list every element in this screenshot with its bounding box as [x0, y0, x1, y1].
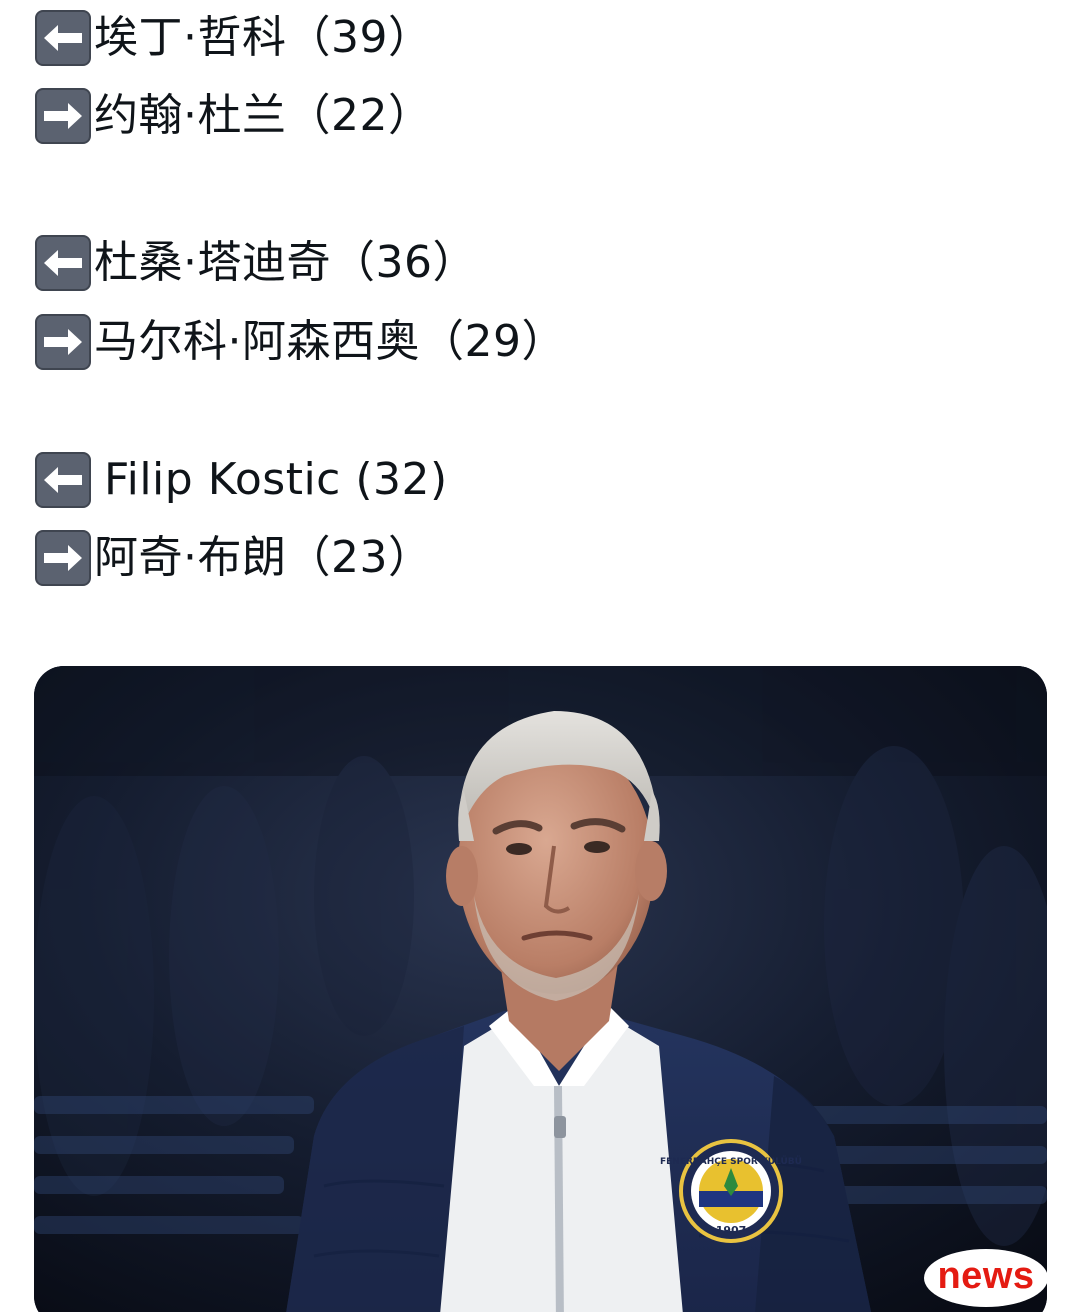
player-name-text: 杜桑·塔迪奇（36）: [94, 237, 477, 288]
transfer-line-in: 阿奇·布朗（23）: [34, 528, 432, 588]
transfer-line-in: 约翰·杜兰（22）: [34, 86, 432, 146]
transfer-line-in: 马尔科·阿森西奥（29）: [34, 312, 566, 372]
transfer-line-out: 杜桑·塔迪奇（36）: [34, 233, 477, 293]
transfer-line-out: 埃丁·哲科（39）: [34, 8, 432, 68]
player-name-text: 约翰·杜兰（22）: [94, 90, 433, 141]
coach-photo-illustration: FENERBAHÇE SPOR KULÜBÜ 1907: [34, 666, 1047, 1312]
right-arrow-icon: [34, 313, 92, 371]
crest-year: 1907: [716, 1224, 747, 1237]
left-arrow-icon: [34, 451, 92, 509]
watermark-text: news: [937, 1255, 1035, 1297]
news-watermark: news: [924, 1249, 1048, 1307]
player-name-text: 马尔科·阿森西奥（29）: [94, 316, 566, 367]
right-arrow-icon: [34, 529, 92, 587]
right-arrow-icon: [34, 87, 92, 145]
player-name-text: 埃丁·哲科（39）: [94, 12, 433, 63]
transfer-line-out: Filip Kostic (32): [34, 450, 448, 510]
left-arrow-icon: [34, 9, 92, 67]
player-name-text: 阿奇·布朗（23）: [94, 532, 433, 583]
tweet-photo[interactable]: FENERBAHÇE SPOR KULÜBÜ 1907: [34, 666, 1047, 1312]
left-arrow-icon: [34, 234, 92, 292]
crest-label: FENERBAHÇE SPOR KULÜBÜ: [660, 1156, 802, 1167]
player-name-text: Filip Kostic (32): [104, 454, 448, 505]
